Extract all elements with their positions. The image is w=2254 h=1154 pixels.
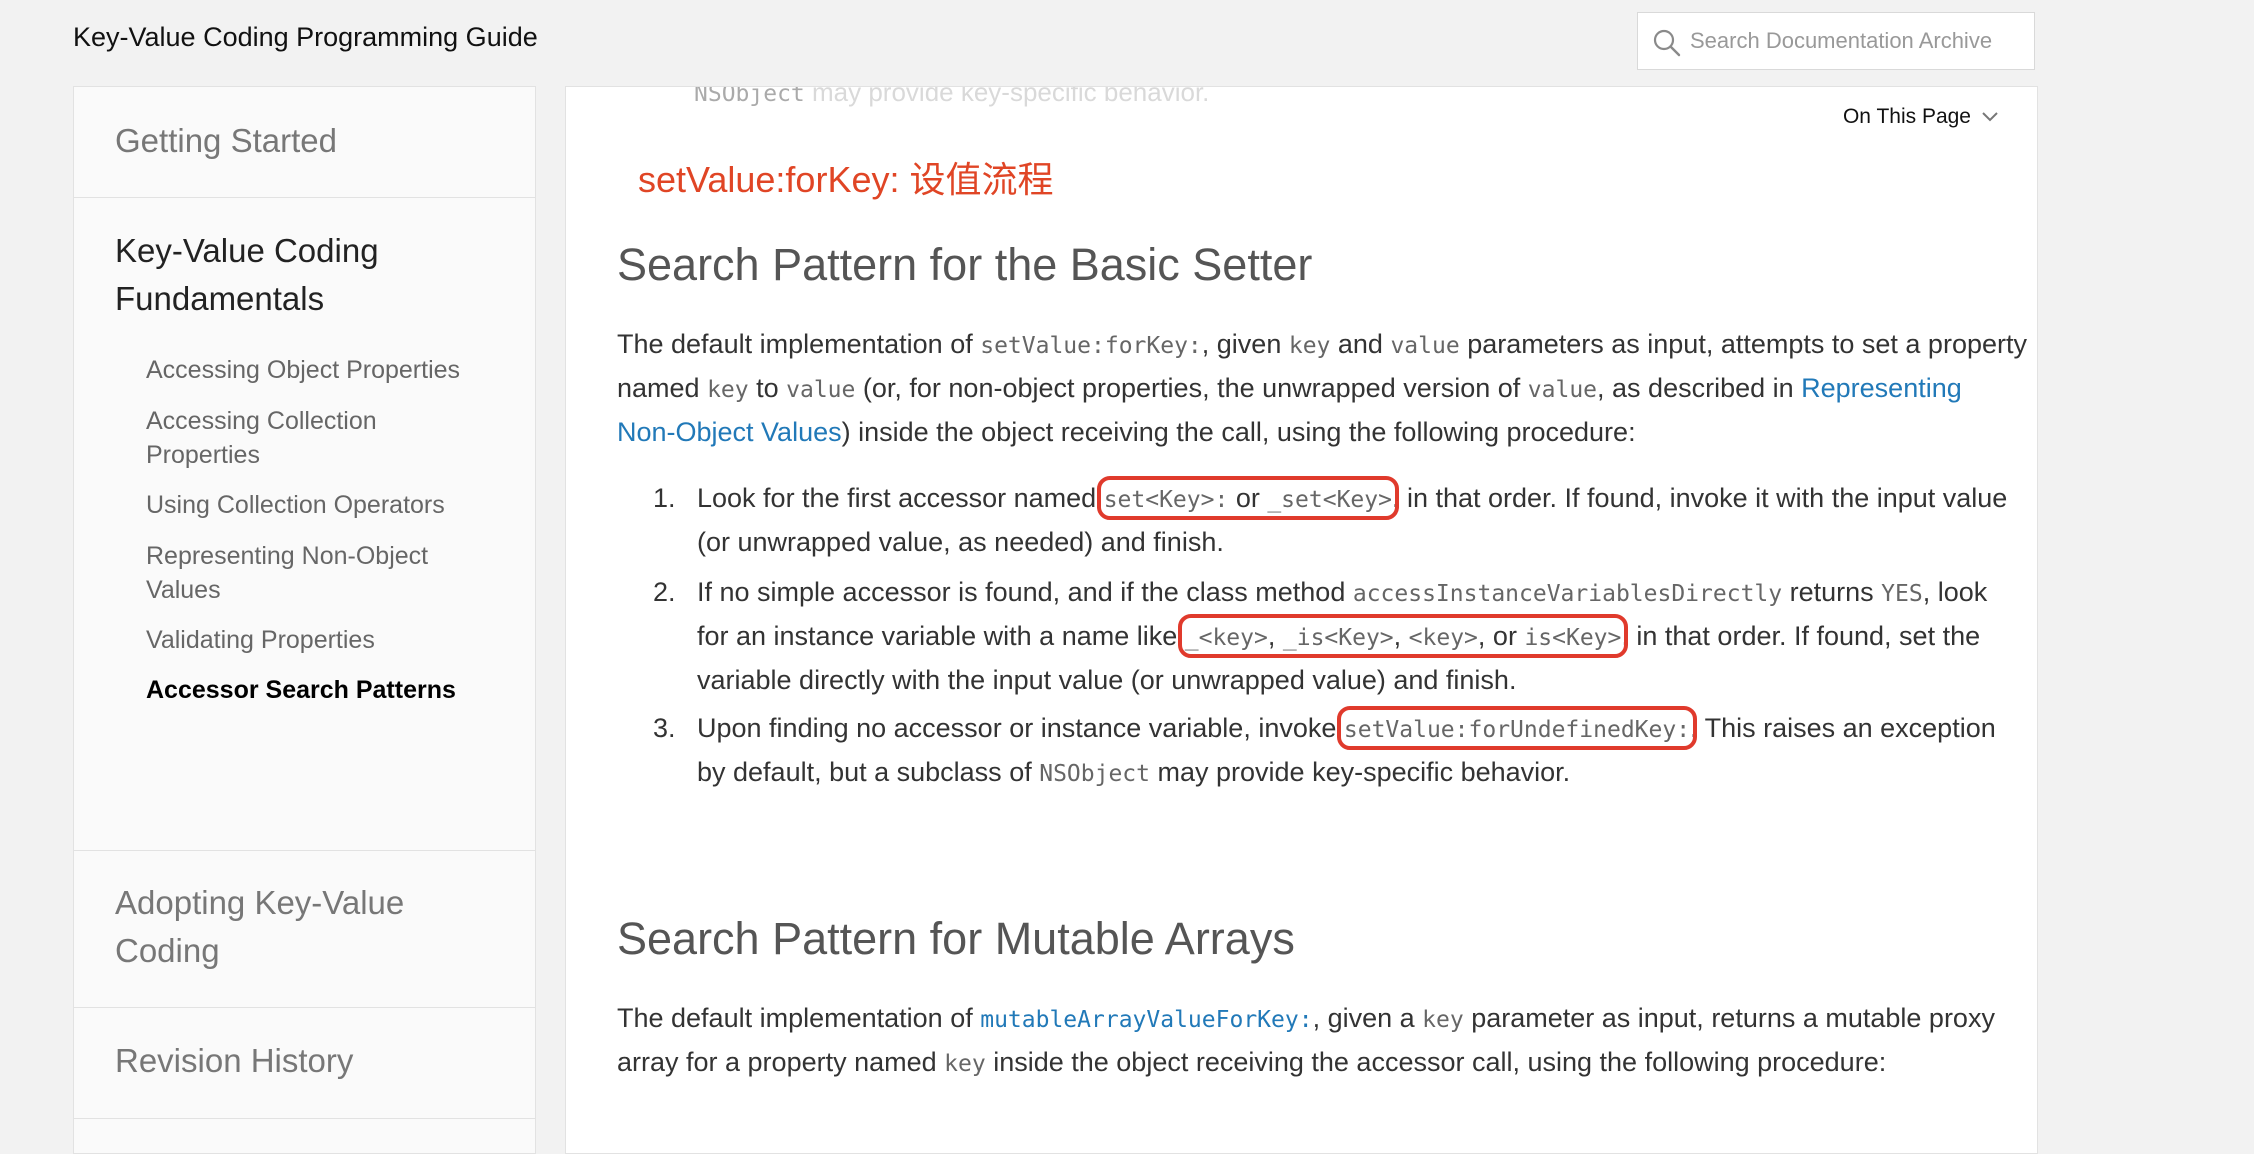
highlight-box-1: set<Key>: or _set<Key> <box>1096 476 1399 520</box>
sidebar-section-revision: Revision History <box>74 1008 535 1119</box>
sidebar-subitem-accessor-search-patterns[interactable]: Accessor Search Patterns <box>146 673 506 707</box>
content-panel: NSObject may provide key-specific behavi… <box>565 86 2038 1154</box>
search-input[interactable] <box>1690 13 2020 69</box>
highlight-box-3: setValue:forUndefinedKey: <box>1336 706 1698 750</box>
paragraph-basic-setter: The default implementation of setValue:f… <box>617 329 2027 447</box>
sidebar-section-getting-started: Getting Started <box>74 87 535 198</box>
page-title: Key-Value Coding Programming Guide <box>73 22 538 52</box>
sidebar-item-fundamentals[interactable]: Key-Value Coding Fundamentals <box>115 227 435 323</box>
sidebar-item-adopting[interactable]: Adopting Key-Value Coding <box>115 879 435 975</box>
on-this-page-label: On This Page <box>1842 105 1971 128</box>
highlight-box-2: _<key>, _is<Key>, <key>, or is<Key> <box>1177 614 1629 658</box>
sidebar-item-revision-history[interactable]: Revision History <box>115 1037 535 1085</box>
link-mutable-array-value-for-key[interactable]: mutableArrayValueForKey: <box>980 1003 1312 1033</box>
sidebar-subitem-validating-properties[interactable]: Validating Properties <box>146 623 506 657</box>
search-box[interactable] <box>1637 12 2035 70</box>
list-item-3: 3. Upon finding no accessor or instance … <box>653 706 1996 787</box>
sidebar-subitem-accessing-collection-properties[interactable]: Accessing Collection Properties <box>146 404 446 472</box>
sidebar-section-adopting: Adopting Key-Value Coding <box>74 851 535 1008</box>
sidebar-item-getting-started[interactable]: Getting Started <box>115 117 535 165</box>
sidebar-section-fundamentals: Key-Value Coding Fundamentals <box>74 198 535 851</box>
faded-scrolled-text: NSObject may provide key-specific behavi… <box>694 86 1210 107</box>
search-icon <box>1653 29 1681 57</box>
paragraph-mutable-arrays: The default implementation of mutableArr… <box>617 1003 1995 1077</box>
sidebar: Getting Started Key-Value Coding Fundame… <box>73 86 536 1154</box>
annotation-title: setValue:forKey: 设值流程 <box>638 159 1054 200</box>
sidebar-subitem-using-collection-operators[interactable]: Using Collection Operators <box>146 488 506 522</box>
on-this-page-menu[interactable]: On This Page <box>1843 105 1999 129</box>
section-heading-basic-setter: Search Pattern for the Basic Setter <box>617 239 1313 290</box>
section-heading-mutable-arrays: Search Pattern for Mutable Arrays <box>617 913 1295 964</box>
sidebar-subitem-accessing-object-properties[interactable]: Accessing Object Properties <box>146 353 506 387</box>
list-item-2: 2. If no simple accessor is found, and i… <box>653 577 1988 695</box>
sidebar-subitem-representing-non-object-values[interactable]: Representing Non-Object Values <box>146 539 466 607</box>
list-item-1: 1. Look for the first accessor named set… <box>653 476 2008 557</box>
chevron-down-icon <box>1982 112 1998 122</box>
